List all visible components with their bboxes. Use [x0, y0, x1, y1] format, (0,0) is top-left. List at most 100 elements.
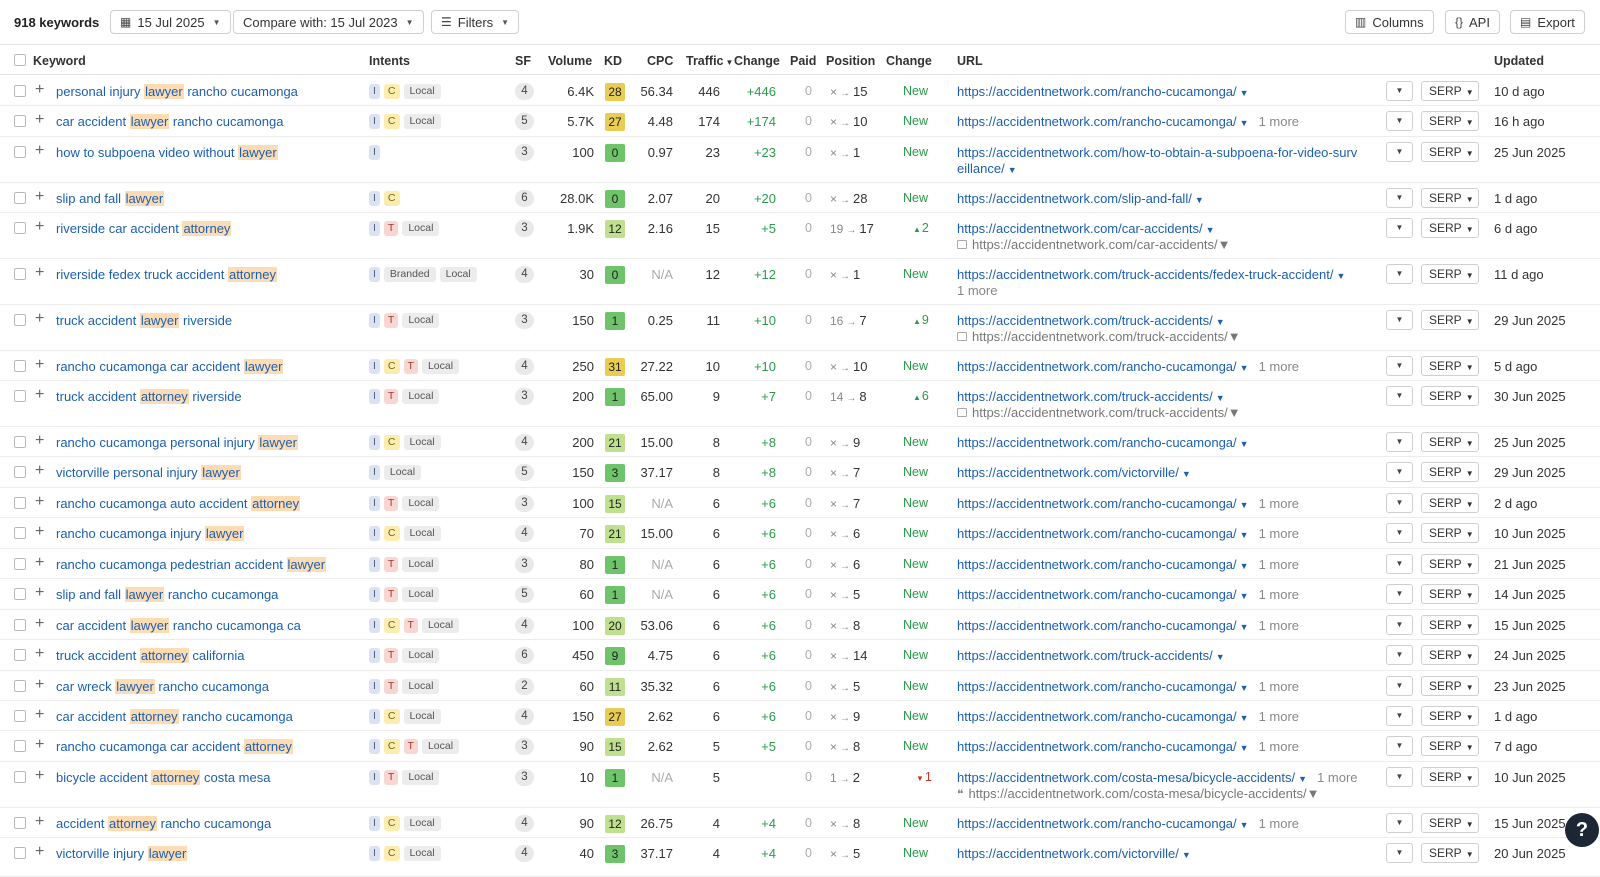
serp-features-count[interactable]: 4	[515, 358, 534, 375]
row-dropdown-button[interactable]: ▼	[1386, 676, 1413, 696]
url-link[interactable]: https://accidentnetwork.com/rancho-cucam…	[957, 84, 1249, 99]
add-keyword-icon[interactable]: +	[35, 311, 44, 327]
serp-features-count[interactable]: 3	[515, 769, 534, 786]
serp-features-count[interactable]: 3	[515, 738, 534, 755]
caret-down-icon[interactable]: ▼	[1182, 850, 1191, 860]
row-checkbox[interactable]	[14, 740, 26, 752]
keyword-link[interactable]: riverside car accident attorney	[56, 221, 232, 236]
keyword-link[interactable]: rancho cucamonga personal injury lawyer	[56, 435, 298, 450]
serp-features-count[interactable]: 3	[515, 495, 534, 512]
compare-date-button[interactable]: Compare with: 15 Jul 2023 ▼	[233, 10, 424, 34]
caret-down-icon[interactable]: ▼	[1240, 591, 1249, 601]
serp-features-count[interactable]: 4	[515, 83, 534, 100]
caret-down-icon[interactable]: ▼	[1240, 820, 1249, 830]
add-keyword-icon[interactable]: +	[35, 707, 44, 723]
keyword-link[interactable]: truck accident attorney california	[56, 648, 244, 663]
keyword-link[interactable]: truck accident lawyer riverside	[56, 313, 232, 328]
url-link[interactable]: https://accidentnetwork.com/truck-accide…	[957, 648, 1225, 663]
row-dropdown-button[interactable]: ▼	[1386, 218, 1413, 238]
filters-button[interactable]: ☰ Filters ▼	[431, 10, 520, 34]
serp-features-count[interactable]: 2	[515, 678, 534, 695]
add-keyword-icon[interactable]: +	[35, 189, 44, 205]
header-volume[interactable]: Volume	[548, 54, 592, 68]
keyword-link[interactable]: rancho cucamonga car accident lawyer	[56, 359, 284, 374]
row-checkbox[interactable]	[14, 85, 26, 97]
keyword-link[interactable]: riverside fedex truck accident attorney	[56, 267, 277, 282]
caret-down-icon[interactable]: ▼	[1218, 237, 1231, 252]
row-dropdown-button[interactable]: ▼	[1386, 615, 1413, 635]
serp-features-count[interactable]: 3	[515, 388, 534, 405]
serp-button[interactable]: SERP ▼	[1421, 386, 1479, 406]
serp-button[interactable]: SERP ▼	[1421, 142, 1479, 162]
more-urls-link[interactable]: 1 more	[1259, 587, 1299, 602]
header-url[interactable]: URL	[957, 54, 983, 68]
columns-button[interactable]: ▥ Columns	[1345, 10, 1434, 34]
more-urls-link[interactable]: 1 more	[1259, 114, 1299, 129]
caret-down-icon[interactable]: ▼	[1195, 195, 1204, 205]
serp-button[interactable]: SERP ▼	[1421, 432, 1479, 452]
serp-button[interactable]: SERP ▼	[1421, 81, 1479, 101]
serp-button[interactable]: SERP ▼	[1421, 813, 1479, 833]
serp-button[interactable]: SERP ▼	[1421, 843, 1479, 863]
serp-button[interactable]: SERP ▼	[1421, 310, 1479, 330]
header-sf[interactable]: SF	[515, 54, 531, 68]
row-dropdown-button[interactable]: ▼	[1386, 462, 1413, 482]
add-keyword-icon[interactable]: +	[35, 143, 44, 159]
more-urls-link[interactable]: 1 more	[1259, 739, 1299, 754]
row-checkbox[interactable]	[14, 771, 26, 783]
add-keyword-icon[interactable]: +	[35, 82, 44, 98]
row-dropdown-button[interactable]: ▼	[1386, 645, 1413, 665]
row-dropdown-button[interactable]: ▼	[1386, 142, 1413, 162]
url-link[interactable]: https://accidentnetwork.com/rancho-cucam…	[957, 557, 1299, 572]
more-urls-link[interactable]: 1 more	[957, 283, 997, 298]
serp-features-count[interactable]: 4	[515, 434, 534, 451]
row-dropdown-button[interactable]: ▼	[1386, 584, 1413, 604]
row-dropdown-button[interactable]: ▼	[1386, 767, 1413, 787]
row-dropdown-button[interactable]: ▼	[1386, 432, 1413, 452]
row-dropdown-button[interactable]: ▼	[1386, 843, 1413, 863]
url-link[interactable]: https://accidentnetwork.com/rancho-cucam…	[957, 435, 1249, 450]
url-link[interactable]: https://accidentnetwork.com/rancho-cucam…	[957, 618, 1299, 633]
serp-features-count[interactable]: 3	[515, 220, 534, 237]
url-link[interactable]: https://accidentnetwork.com/rancho-cucam…	[957, 587, 1299, 602]
row-checkbox[interactable]	[14, 497, 26, 509]
row-checkbox[interactable]	[14, 268, 26, 280]
row-dropdown-button[interactable]: ▼	[1386, 386, 1413, 406]
caret-down-icon[interactable]: ▼	[1298, 774, 1307, 784]
caret-down-icon[interactable]: ▼	[1240, 500, 1249, 510]
serp-button[interactable]: SERP ▼	[1421, 615, 1479, 635]
caret-down-icon[interactable]: ▼	[1240, 743, 1249, 753]
serp-features-count[interactable]: 4	[515, 815, 534, 832]
keyword-link[interactable]: rancho cucamonga auto accident attorney	[56, 496, 301, 511]
more-urls-link[interactable]: 1 more	[1259, 496, 1299, 511]
serp-button[interactable]: SERP ▼	[1421, 188, 1479, 208]
add-keyword-icon[interactable]: +	[35, 585, 44, 601]
add-keyword-icon[interactable]: +	[35, 463, 44, 479]
more-urls-link[interactable]: 1 more	[1259, 557, 1299, 572]
row-checkbox[interactable]	[14, 115, 26, 127]
caret-down-icon[interactable]: ▼	[1307, 786, 1320, 801]
url-link[interactable]: https://accidentnetwork.com/rancho-cucam…	[957, 816, 1299, 831]
row-dropdown-button[interactable]: ▼	[1386, 81, 1413, 101]
header-updated[interactable]: Updated	[1494, 54, 1544, 68]
more-urls-link[interactable]: 1 more	[1259, 679, 1299, 694]
row-checkbox[interactable]	[14, 817, 26, 829]
serp-features-count[interactable]: 4	[515, 525, 534, 542]
url-link[interactable]: https://accidentnetwork.com/truck-accide…	[957, 389, 1225, 404]
row-checkbox[interactable]	[14, 588, 26, 600]
serp-button[interactable]: SERP ▼	[1421, 645, 1479, 665]
row-dropdown-button[interactable]: ▼	[1386, 493, 1413, 513]
add-keyword-icon[interactable]: +	[35, 677, 44, 693]
row-checkbox[interactable]	[14, 222, 26, 234]
keyword-link[interactable]: car wreck lawyer rancho cucamonga	[56, 679, 269, 694]
more-urls-link[interactable]: 1 more	[1317, 770, 1357, 785]
keyword-link[interactable]: personal injury lawyer rancho cucamonga	[56, 84, 298, 99]
serp-button[interactable]: SERP ▼	[1421, 462, 1479, 482]
keyword-link[interactable]: slip and fall lawyer rancho cucamonga	[56, 587, 278, 602]
row-checkbox[interactable]	[14, 649, 26, 661]
url-link[interactable]: https://accidentnetwork.com/victorville/…	[957, 846, 1191, 861]
date-picker-button[interactable]: ▦ 15 Jul 2025 ▼	[110, 10, 231, 34]
caret-down-icon[interactable]: ▼	[1240, 88, 1249, 98]
keyword-link[interactable]: accident attorney rancho cucamonga	[56, 816, 271, 831]
row-dropdown-button[interactable]: ▼	[1386, 310, 1413, 330]
